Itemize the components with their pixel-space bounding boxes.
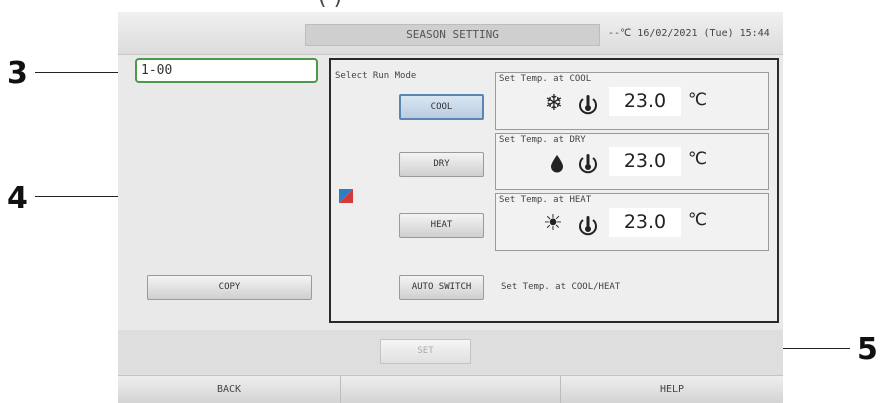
help-button[interactable]: HELP bbox=[561, 375, 783, 403]
heat-temp-box: Set Temp. at HEAT ☀ 23.0 ℃ bbox=[495, 193, 769, 251]
auto-temp-label: Set Temp. at COOL/HEAT bbox=[501, 282, 621, 292]
copy-button[interactable]: COPY bbox=[147, 275, 312, 300]
dry-temp-box: Set Temp. at DRY 23.0 ℃ bbox=[495, 133, 769, 190]
heat-temp-value[interactable]: 23.0 bbox=[609, 208, 681, 237]
top-caption-crop: ( ) bbox=[118, 0, 783, 12]
cool-temp-value[interactable]: 23.0 bbox=[609, 87, 681, 116]
dry-mode-button[interactable]: DRY bbox=[399, 152, 484, 177]
cool-temp-box: Set Temp. at COOL ❄ 23.0 ℃ bbox=[495, 72, 769, 130]
thermometer-icon bbox=[579, 95, 597, 115]
group-field[interactable]: 1-00 bbox=[135, 58, 318, 83]
page-title: SEASON SETTING bbox=[305, 24, 600, 46]
header-bar: SEASON SETTING --℃ 16/02/2021 (Tue) 15:4… bbox=[118, 12, 783, 55]
callout-5: 5 bbox=[857, 332, 878, 367]
dry-temp-value[interactable]: 23.0 bbox=[609, 147, 681, 176]
back-button[interactable]: BACK bbox=[118, 375, 340, 403]
thermometer-icon bbox=[579, 216, 597, 236]
mode-indicator-icon bbox=[339, 189, 353, 203]
run-mode-label: Select Run Mode bbox=[335, 71, 417, 81]
middle-nav-button[interactable] bbox=[340, 375, 561, 403]
heat-temp-unit: ℃ bbox=[688, 210, 708, 230]
snowflake-icon: ❄ bbox=[544, 91, 564, 116]
heat-mode-button[interactable]: HEAT bbox=[399, 213, 484, 238]
thermometer-icon bbox=[579, 154, 597, 174]
dry-temp-label: Set Temp. at DRY bbox=[499, 135, 586, 145]
callout-3: 3 bbox=[7, 56, 28, 91]
heat-temp-label: Set Temp. at HEAT bbox=[499, 195, 592, 205]
droplet-icon bbox=[551, 155, 563, 173]
controller-screen: SEASON SETTING --℃ 16/02/2021 (Tue) 15:4… bbox=[118, 12, 783, 403]
run-mode-panel: Select Run Mode COOL DRY HEAT AUTO SWITC… bbox=[329, 58, 779, 323]
sun-icon: ☀ bbox=[543, 211, 563, 236]
status-readout: --℃ 16/02/2021 (Tue) 15:44 bbox=[608, 28, 770, 39]
dry-temp-unit: ℃ bbox=[688, 149, 708, 169]
cool-temp-label: Set Temp. at COOL bbox=[499, 74, 592, 84]
cool-temp-unit: ℃ bbox=[688, 90, 708, 110]
set-button[interactable]: SET bbox=[380, 339, 471, 364]
top-caption: ( ) bbox=[318, 0, 342, 10]
auto-switch-button[interactable]: AUTO SWITCH bbox=[399, 275, 484, 300]
callout-4: 4 bbox=[7, 181, 28, 216]
cool-mode-button[interactable]: COOL bbox=[399, 94, 484, 120]
